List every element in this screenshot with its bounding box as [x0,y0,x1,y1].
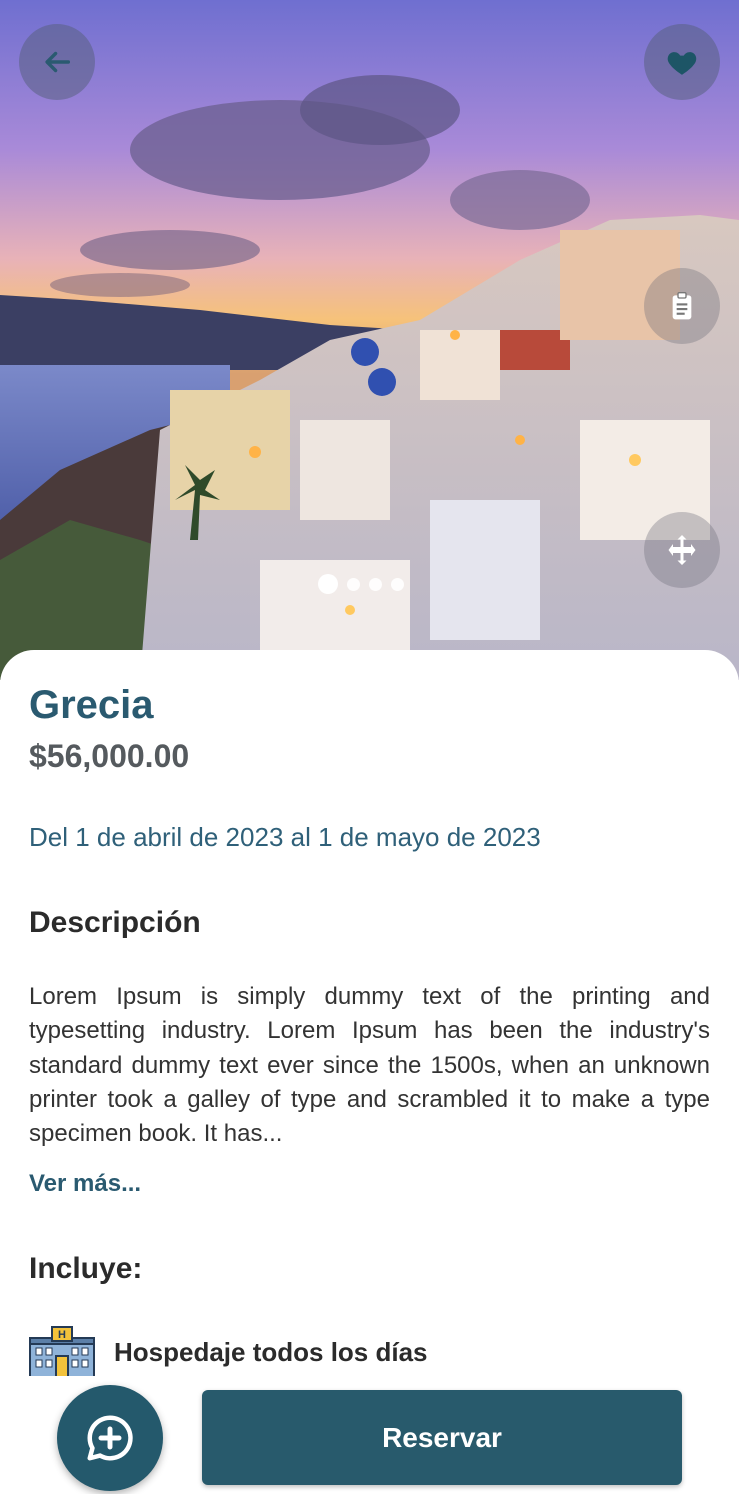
move-icon [668,535,696,565]
includes-item-label: Hospedaje todos los días [114,1336,428,1367]
chat-button[interactable] [57,1385,163,1491]
back-arrow-icon [45,51,71,73]
pagination-dot[interactable] [347,577,360,591]
clipboard-icon [672,292,692,320]
description-heading: Descripción [29,906,201,939]
details-button[interactable] [644,268,720,344]
pagination-dot[interactable] [318,574,338,594]
trip-dates: Del 1 de abril de 2023 al 1 de mayo de 2… [29,822,541,852]
reserve-button[interactable]: Reservar [202,1390,682,1485]
pagination-dot[interactable] [391,577,404,591]
back-button[interactable] [19,24,95,100]
hero-gallery[interactable] [0,0,739,680]
favorite-button[interactable] [644,24,720,100]
gallery-pagination [318,574,404,594]
move-button[interactable] [644,512,720,588]
chat-add-icon [87,1415,133,1461]
destination-title: Grecia [29,683,154,727]
destination-price: $56,000.00 [29,738,190,774]
svg-text:H: H [58,1329,66,1341]
description-text: Lorem Ipsum is simply dummy text of the … [29,983,710,1148]
hotel-icon: H [29,1326,95,1378]
includes-heading: Incluye: [29,1252,143,1285]
pagination-dot[interactable] [369,577,382,591]
see-more-link[interactable]: Ver más... [29,1170,141,1198]
includes-item: H Hospedaje todos los días [28,1326,428,1378]
heart-icon [667,52,697,75]
details-card: Grecia $56,000.00 Del 1 de abril de 2023… [0,650,739,1494]
